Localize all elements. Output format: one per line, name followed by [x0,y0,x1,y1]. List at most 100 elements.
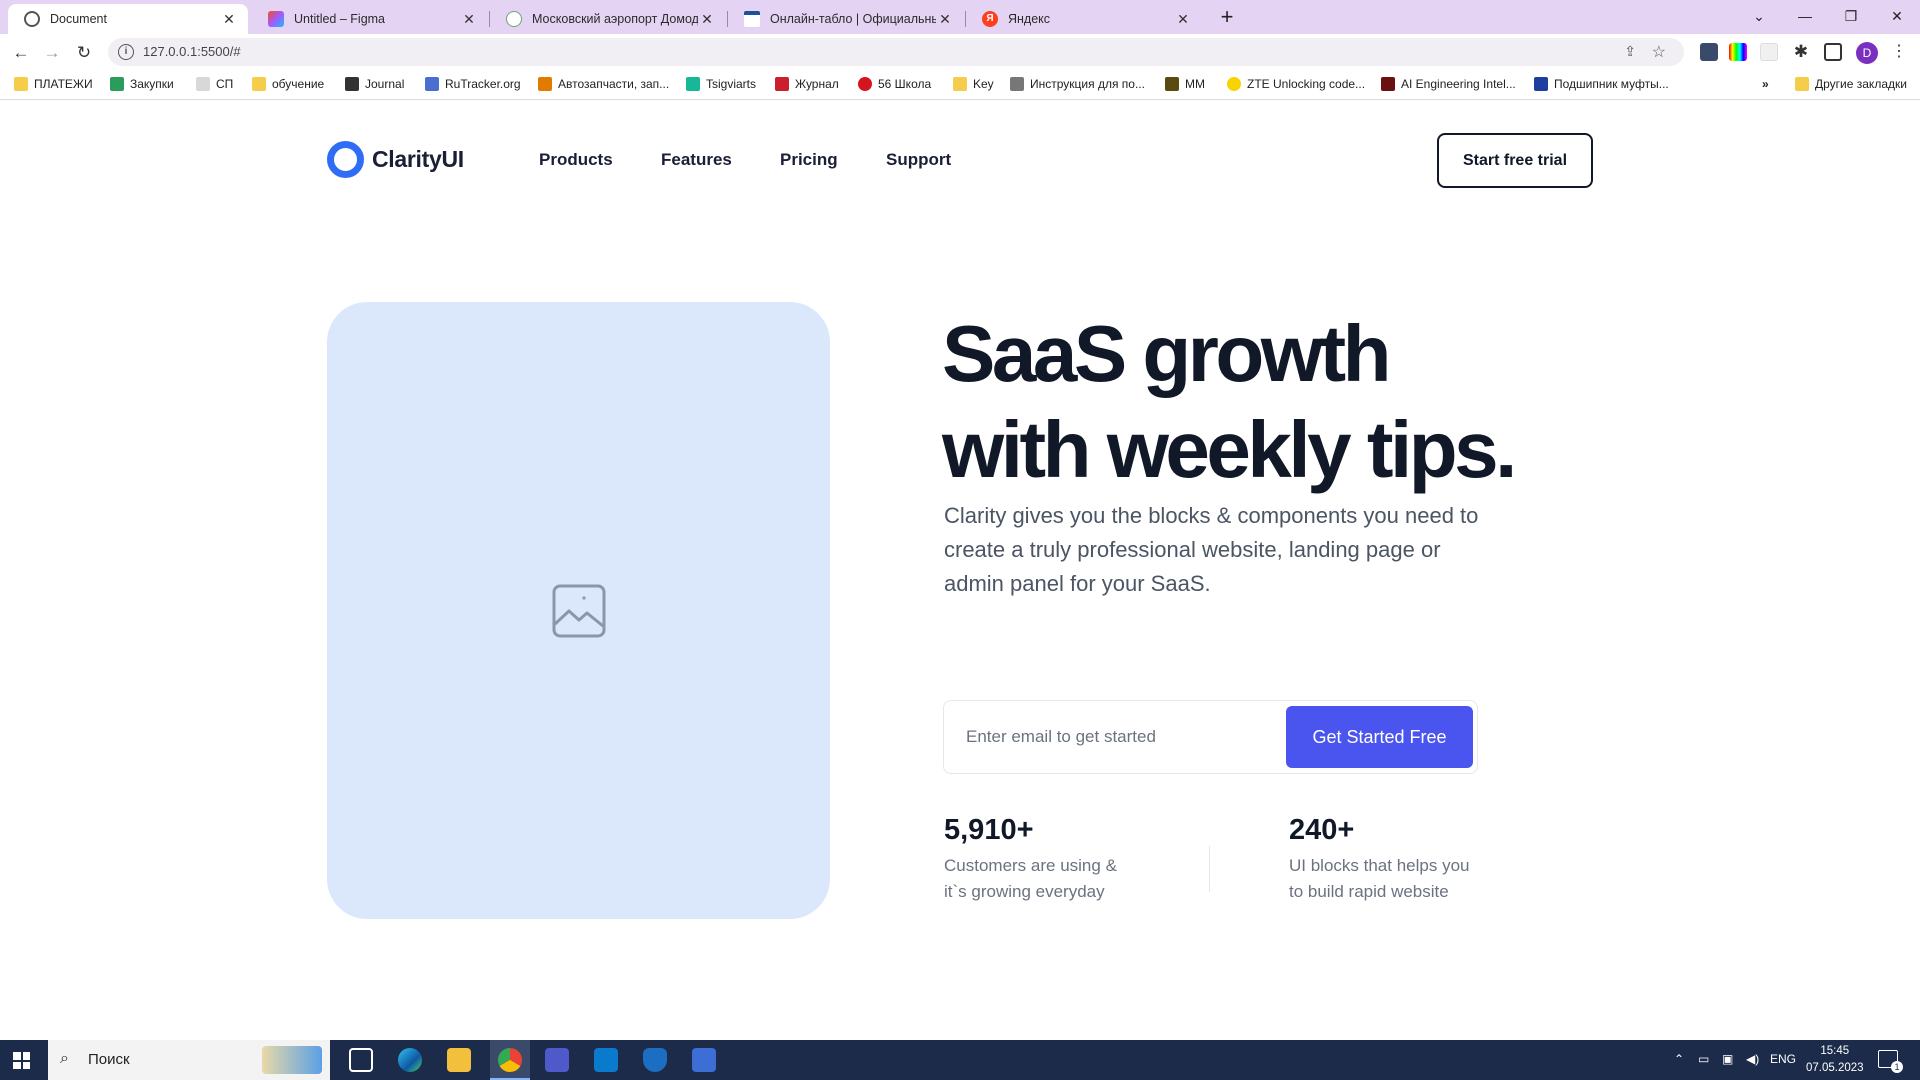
task-view-icon[interactable] [349,1048,373,1072]
bookmark-star-icon[interactable]: ☆ [1652,42,1666,62]
input-language[interactable]: ENG [1770,1052,1796,1066]
bookmark-item[interactable]: 56 Школа [858,77,931,91]
url-text[interactable]: 127.0.0.1:5500/# [143,38,241,66]
tab-yandex[interactable]: Я Яндекс ✕ [966,4,1202,34]
smiley-icon [1227,77,1241,91]
mm-icon [1165,77,1179,91]
bookmark-item[interactable]: Журнал [775,77,839,91]
email-input[interactable] [954,709,1254,765]
web-page: ClarityUI Products Features Pricing Supp… [0,101,1920,1040]
taskbar-search[interactable]: ⌕ Поиск [48,1040,330,1080]
close-window-button[interactable]: ✕ [1874,2,1920,30]
bookmark-item[interactable]: MM [1165,77,1205,91]
new-tab-button[interactable]: + [1214,5,1240,31]
close-tab-icon[interactable]: ✕ [936,11,954,28]
other-bookmarks[interactable]: Другие закладки [1795,77,1907,91]
file-explorer-icon[interactable] [447,1048,471,1072]
bookmarks-overflow-icon[interactable]: » [1762,77,1769,91]
nav-pricing[interactable]: Pricing [780,150,838,170]
bookmark-item[interactable]: ZTE Unlocking code... [1227,77,1365,91]
bookmark-item[interactable]: СП [196,77,233,91]
close-tab-icon[interactable]: ✕ [698,11,716,28]
yandex-icon: Я [982,11,998,27]
defender-icon[interactable] [643,1048,667,1072]
folder-icon [1795,77,1809,91]
notifications-icon[interactable]: 1 [1878,1050,1903,1073]
autoparts-icon [538,77,552,91]
hero-subtext: Clarity gives you the blocks & component… [944,503,1479,596]
search-icon: ⌕ [60,1050,69,1067]
device-icon[interactable]: ▭ [1698,1052,1709,1066]
stat-customers: 5,910+ Customers are using & it`s growin… [944,814,1124,905]
share-icon[interactable]: ⇪ [1624,43,1636,60]
bookmark-item[interactable]: RuTracker.org [425,77,521,91]
tab-figma[interactable]: Untitled – Figma ✕ [252,4,488,34]
bookmark-item[interactable]: Инструкция для по... [1010,77,1145,91]
page-icon [196,77,210,91]
stat-value: 240+ [1289,814,1355,846]
bookmark-item[interactable]: Journal [345,77,404,91]
hero-headline-line: SaaS growth [942,309,1392,398]
forward-arrow-icon[interactable]: → [40,41,64,65]
chart-icon [110,77,124,91]
network-icon[interactable]: ▣ [1722,1052,1733,1066]
profile-avatar[interactable]: D [1856,42,1878,64]
close-tab-icon[interactable]: ✕ [220,11,238,28]
bookmark-item[interactable]: Автозапчасти, зап... [538,77,669,91]
hero-image-placeholder [327,302,830,919]
bookmark-item[interactable]: ПЛАТЕЖИ [14,77,93,91]
bookmark-item[interactable]: Tsigviarts [686,77,756,91]
kebab-menu-icon[interactable]: ⋮ [1890,43,1908,61]
nav-features[interactable]: Features [661,150,732,170]
nav-products[interactable]: Products [539,150,613,170]
reload-icon[interactable]: ↻ [72,41,96,65]
tab-search-chevron-icon[interactable]: ⌄ [1736,2,1782,30]
side-panel-icon[interactable] [1824,43,1842,61]
tab-board[interactable]: Онлайн-табло | Официальный сайт ✕ [728,4,964,34]
windows-start-icon[interactable] [13,1052,30,1069]
start-free-trial-button[interactable]: Start free trial [1437,133,1593,188]
site-info-icon[interactable]: i [118,44,134,60]
puzzle-extensions-icon[interactable]: ✱ [1792,43,1810,61]
extension-pen-icon[interactable] [1700,43,1718,61]
extension-icon[interactable] [1760,43,1778,61]
bookmark-item[interactable]: Подшипник муфты... [1534,77,1669,91]
back-arrow-icon[interactable]: ← [9,41,33,65]
school-icon [858,77,872,91]
get-started-button[interactable]: Get Started Free [1286,706,1473,768]
tab-airport[interactable]: Московский аэропорт Домодедово ✕ [490,4,726,34]
logo-ring-icon [327,141,364,178]
globe-icon [24,11,40,27]
bookmark-item[interactable]: обучение [252,77,324,91]
edge-icon[interactable] [398,1048,422,1072]
brand-logo[interactable]: ClarityUI [327,141,464,178]
show-hidden-icons-icon[interactable]: ⌃ [1674,1052,1684,1066]
taskbar-clock[interactable]: 15:45 07.05.2023 [1806,1043,1864,1077]
bookmark-item[interactable]: AI Engineering Intel... [1381,77,1516,91]
close-tab-icon[interactable]: ✕ [1174,11,1192,28]
browser-tabstrip: Document ✕ Untitled – Figma ✕ Московский… [0,0,1920,34]
airport-icon [506,11,522,27]
volume-icon[interactable]: ◀) [1746,1052,1759,1066]
taskbar-search-placeholder: Поиск [88,1051,130,1068]
restore-button[interactable]: ❐ [1828,2,1874,30]
stat-divider [1209,846,1210,892]
color-picker-extension-icon[interactable] [1729,43,1747,61]
minimize-button[interactable]: — [1782,2,1828,30]
ai-engineering-icon [1381,77,1395,91]
bookmark-item[interactable]: Key [953,77,994,91]
close-tab-icon[interactable]: ✕ [460,11,478,28]
calculator-icon[interactable] [692,1048,716,1072]
chrome-icon[interactable] [498,1048,522,1072]
tab-title: Яндекс [1008,12,1051,26]
address-bar[interactable]: i 127.0.0.1:5500/# ⇪ ☆ [108,38,1684,66]
bookmark-item[interactable]: Закупки [110,77,174,91]
nav-support[interactable]: Support [886,150,951,170]
teams-icon[interactable] [545,1048,569,1072]
email-signup-form: Get Started Free [943,700,1478,774]
folder-icon [252,77,266,91]
search-highlight-icon [262,1046,322,1074]
vscode-icon[interactable] [594,1048,618,1072]
journal-red-icon [775,77,789,91]
tab-document[interactable]: Document ✕ [8,4,248,34]
